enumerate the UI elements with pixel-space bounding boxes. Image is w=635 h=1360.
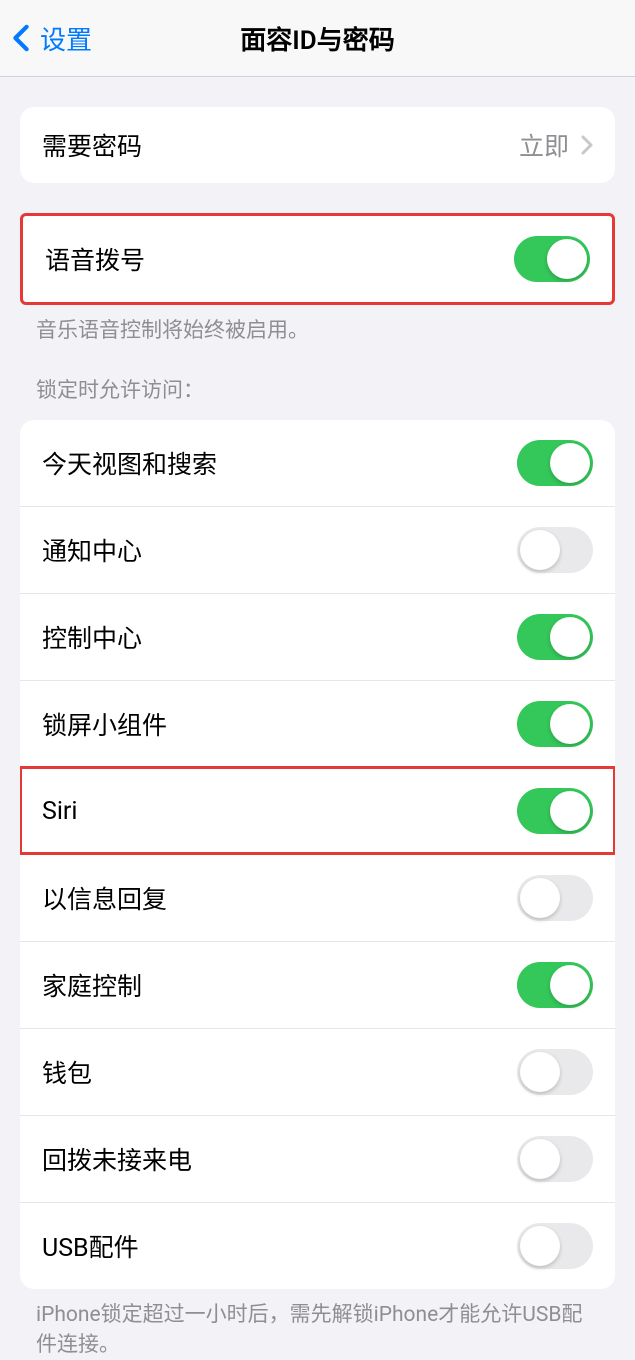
toggle-knob — [520, 1139, 560, 1179]
lock-access-header: 锁定时允许访问： — [0, 346, 635, 414]
lock-access-item-label: 钱包 — [42, 1054, 92, 1090]
lock-access-row: 通知中心 — [20, 506, 615, 593]
lock-access-row: 以信息回复 — [20, 854, 615, 941]
lock-access-row: 回拨未接来电 — [20, 1115, 615, 1202]
navigation-bar: 设置 面容ID与密码 — [0, 0, 635, 77]
toggle-knob — [520, 1052, 560, 1092]
require-passcode-value: 立即 — [519, 127, 569, 163]
lock-access-row: Siri — [20, 767, 615, 854]
lock-access-toggle[interactable] — [517, 875, 593, 921]
toggle-knob — [550, 704, 590, 744]
toggle-knob — [550, 443, 590, 483]
require-passcode-row[interactable]: 需要密码 立即 — [20, 107, 615, 183]
lock-access-item-label: 控制中心 — [42, 619, 142, 655]
toggle-knob — [520, 530, 560, 570]
lock-access-group: 今天视图和搜索通知中心控制中心锁屏小组件 Siri 以信息回复家庭控制钱包回拨未接来… — [20, 420, 615, 1289]
lock-access-item-label: 通知中心 — [42, 532, 142, 568]
page-title: 面容ID与密码 — [240, 20, 394, 57]
lock-access-item-label: 家庭控制 — [42, 967, 142, 1003]
require-passcode-label: 需要密码 — [42, 127, 142, 163]
lock-access-item-label: 今天视图和搜索 — [42, 445, 217, 481]
lock-access-row: USB配件 — [20, 1202, 615, 1289]
toggle-knob — [550, 617, 590, 657]
lock-access-row: 锁屏小组件 — [20, 680, 615, 767]
row-right: 立即 — [519, 127, 593, 163]
toggle-knob — [550, 791, 590, 831]
lock-access-toggle[interactable] — [517, 1049, 593, 1095]
lock-access-item-label: Siri — [42, 797, 77, 826]
lock-access-item-label: USB配件 — [42, 1228, 139, 1264]
lock-access-toggle[interactable] — [517, 788, 593, 834]
voice-dial-row: 语音拨号 — [23, 216, 612, 302]
lock-access-toggle[interactable] — [517, 1223, 593, 1269]
lock-access-toggle[interactable] — [517, 527, 593, 573]
toggle-knob — [550, 965, 590, 1005]
lock-access-toggle[interactable] — [517, 1136, 593, 1182]
chevron-left-icon — [12, 24, 30, 52]
content-area: 需要密码 立即 语音拨号 音乐语音控制将始终被启用。 锁定时允许访问： 今天视图… — [0, 107, 635, 1360]
back-button[interactable]: 设置 — [12, 20, 92, 57]
toggle-knob — [547, 239, 587, 279]
lock-access-row: 钱包 — [20, 1028, 615, 1115]
lock-access-toggle[interactable] — [517, 614, 593, 660]
lock-access-item-label: 回拨未接来电 — [42, 1141, 192, 1177]
chevron-right-icon — [581, 135, 593, 155]
voice-dial-toggle[interactable] — [514, 236, 590, 282]
lock-access-item-label: 以信息回复 — [42, 880, 167, 916]
lock-access-footer: iPhone锁定超过一小时后，需先解锁iPhone才能允许USB配件连接。 — [0, 1289, 635, 1360]
voice-dial-label: 语音拨号 — [45, 241, 145, 277]
lock-access-toggle[interactable] — [517, 962, 593, 1008]
lock-access-row: 家庭控制 — [20, 941, 615, 1028]
toggle-knob — [520, 878, 560, 918]
require-passcode-group: 需要密码 立即 — [20, 107, 615, 183]
voice-dial-footer: 音乐语音控制将始终被启用。 — [0, 305, 635, 346]
lock-access-row: 控制中心 — [20, 593, 615, 680]
lock-access-row: 今天视图和搜索 — [20, 420, 615, 506]
voice-dial-group: 语音拨号 — [20, 213, 615, 305]
toggle-knob — [520, 1226, 560, 1266]
lock-access-toggle[interactable] — [517, 701, 593, 747]
lock-access-item-label: 锁屏小组件 — [42, 706, 167, 742]
lock-access-toggle[interactable] — [517, 440, 593, 486]
back-label: 设置 — [40, 20, 92, 57]
